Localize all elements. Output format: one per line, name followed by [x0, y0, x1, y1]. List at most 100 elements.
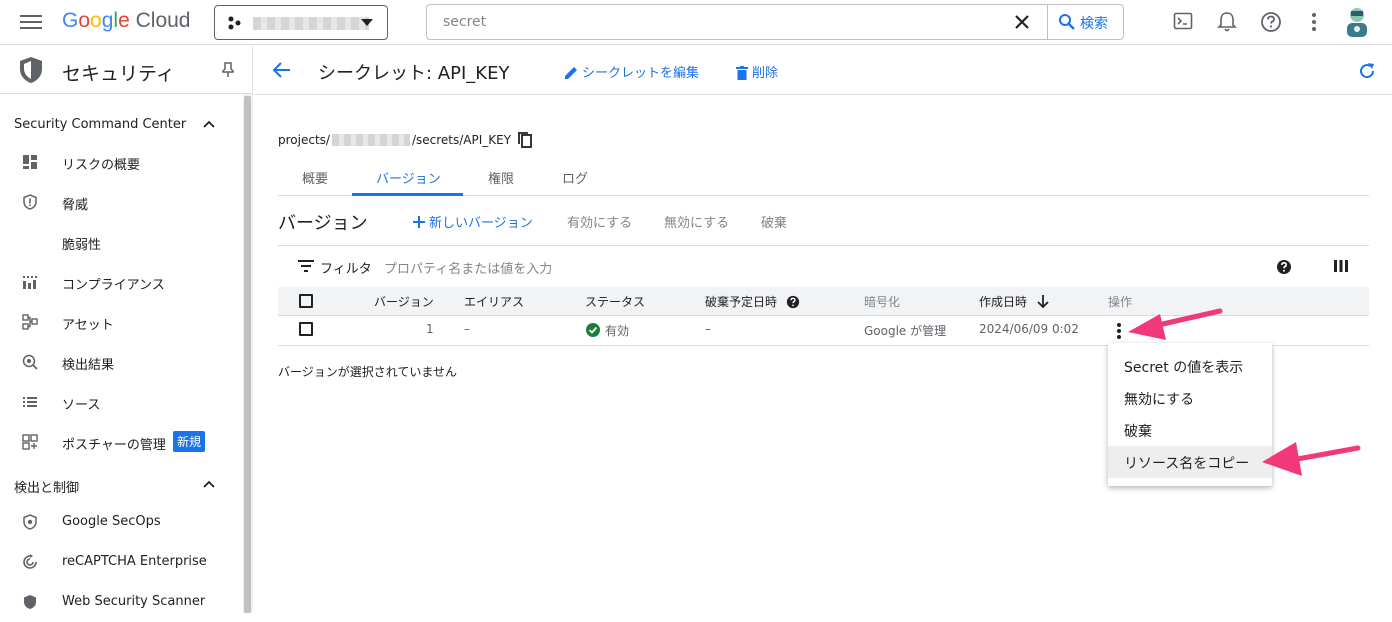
tab-bar: 概要 バージョン 権限 ログ — [278, 158, 1369, 196]
tab-logs[interactable]: ログ — [562, 168, 588, 187]
bell-icon[interactable] — [1217, 11, 1237, 33]
page-header: シークレット: API_KEY シークレットを編集 削除 — [254, 46, 1392, 95]
shield-alert-icon — [23, 194, 37, 210]
help-icon[interactable] — [1276, 259, 1292, 275]
sidebar-item-assets[interactable]: アセット — [0, 302, 243, 342]
new-badge: 新規 — [173, 431, 206, 452]
cell-created: 2024/06/09 0:02 — [979, 322, 1079, 336]
terminal-icon[interactable] — [1173, 11, 1193, 31]
filter-input[interactable]: プロパティ名または値を入力 — [384, 258, 552, 277]
sidebar-item-threats[interactable]: 脅威 — [0, 182, 243, 222]
sidebar-item-sources[interactable]: ソース — [0, 382, 243, 422]
asset-icon — [22, 314, 38, 330]
column-display-icon[interactable] — [1334, 260, 1348, 272]
col-created[interactable]: 作成日時 — [979, 293, 1027, 310]
sidebar-item-posture[interactable]: ポスチャーの管理 新規 — [0, 422, 243, 462]
filter-icon — [298, 260, 314, 272]
more-vert-icon[interactable] — [1116, 322, 1122, 340]
project-name-redacted — [253, 17, 369, 30]
sidebar-item-findings[interactable]: 検出結果 — [0, 342, 243, 382]
col-status[interactable]: ステータス — [585, 293, 645, 310]
help-icon[interactable] — [1260, 11, 1282, 33]
cell-alias: – — [464, 322, 470, 336]
findings-icon — [22, 354, 38, 370]
sidebar-item-compliance[interactable]: コンプライアンス — [0, 262, 243, 302]
tab-versions[interactable]: バージョン — [376, 168, 441, 187]
col-destroy-date[interactable]: 破棄予定日時 — [705, 293, 777, 310]
recaptcha-icon — [23, 554, 37, 569]
search-button[interactable]: 検索 — [1047, 5, 1124, 39]
col-encryption[interactable]: 暗号化 — [864, 293, 900, 310]
menu-item-disable[interactable]: 無効にする — [1108, 382, 1272, 414]
page-title: シークレット: API_KEY — [318, 63, 510, 84]
search-input[interactable]: secret — [443, 14, 486, 30]
filter-bar[interactable]: フィルタ プロパティ名または値を入力 — [278, 247, 1369, 287]
search-bar[interactable]: secret 検索 — [426, 4, 1124, 40]
chevron-up-icon[interactable] — [203, 480, 215, 488]
section-detect-control[interactable]: 検出と制御 — [14, 477, 79, 496]
pin-icon[interactable] — [222, 62, 234, 78]
check-circle-icon — [586, 323, 600, 337]
help-icon[interactable] — [786, 295, 800, 309]
copy-icon[interactable] — [518, 132, 532, 148]
sidebar-header: セキュリティ — [0, 46, 253, 94]
section-scc[interactable]: Security Command Center — [14, 117, 186, 132]
enable-button[interactable]: 有効にする — [567, 212, 632, 231]
project-selector[interactable] — [214, 5, 388, 40]
avatar[interactable] — [1342, 5, 1372, 39]
menu-icon[interactable] — [20, 12, 42, 32]
chevron-up-icon[interactable] — [203, 120, 215, 128]
row-actions-menu: Secret の値を表示 無効にする 破棄 リソース名をコピー — [1108, 343, 1272, 486]
more-vert-icon[interactable] — [1310, 11, 1318, 33]
row-checkbox[interactable] — [299, 322, 313, 336]
destroy-button[interactable]: 破棄 — [761, 212, 787, 231]
sidebar-item-risk-overview[interactable]: リスクの概要 — [0, 142, 243, 182]
annotation-arrow-actions — [1128, 308, 1223, 340]
delete-button[interactable]: 削除 — [736, 62, 778, 81]
secops-icon — [23, 514, 37, 530]
tab-permissions[interactable]: 権限 — [488, 168, 514, 187]
dashboard-icon — [23, 155, 37, 169]
col-version[interactable]: バージョン — [374, 293, 434, 310]
sidebar-title: セキュリティ — [62, 63, 175, 85]
new-version-button[interactable]: 新しいバージョン — [413, 212, 533, 231]
versions-title: バージョン — [278, 213, 368, 234]
sidebar-item-web-scanner[interactable]: Web Security Scanner — [0, 582, 243, 622]
annotation-arrow-copy — [1262, 442, 1361, 476]
tab-overview[interactable]: 概要 — [302, 168, 328, 187]
no-selection-text: バージョンが選択されていません — [278, 365, 458, 379]
scanner-icon — [24, 595, 36, 609]
add-icon — [413, 216, 425, 228]
pencil-icon — [565, 67, 577, 79]
chevron-down-icon — [361, 19, 373, 26]
trash-icon — [736, 66, 748, 80]
close-icon[interactable] — [1013, 13, 1031, 31]
search-icon — [1059, 14, 1075, 30]
sidebar-scrollbar[interactable] — [243, 94, 253, 613]
cell-destroy-date: – — [705, 322, 711, 336]
edit-secret-button[interactable]: シークレットを編集 — [564, 62, 699, 81]
versions-toolbar: バージョン 新しいバージョン 有効にする 無効にする 破棄 — [278, 206, 1369, 246]
menu-item-destroy[interactable]: 破棄 — [1108, 414, 1272, 446]
disable-button[interactable]: 無効にする — [664, 212, 729, 231]
back-arrow-icon[interactable] — [272, 60, 292, 80]
sidebar: セキュリティ Security Command Center リスクの概要 脅威… — [0, 46, 253, 613]
project-id-redacted — [331, 134, 410, 146]
cell-status: 有効 — [605, 324, 630, 338]
sidebar-item-secops[interactable]: Google SecOps — [0, 502, 243, 542]
cell-version: 1 — [426, 322, 434, 336]
active-tab-indicator — [352, 193, 463, 196]
sidebar-item-recaptcha[interactable]: reCAPTCHA Enterprise — [0, 542, 243, 582]
select-all-checkbox[interactable] — [299, 294, 313, 308]
col-alias[interactable]: エイリアス — [464, 293, 524, 310]
menu-item-copy-resource-name[interactable]: リソース名をコピー — [1108, 446, 1272, 478]
posture-icon — [22, 434, 38, 450]
filter-label: フィルタ — [320, 262, 372, 277]
arrow-down-icon[interactable] — [1037, 295, 1049, 309]
google-cloud-logo[interactable]: Google Cloud — [62, 9, 190, 33]
top-bar: Google Cloud secret 検索 — [0, 0, 1392, 45]
shield-icon — [20, 57, 42, 83]
sidebar-item-vulnerabilities[interactable]: 脆弱性 — [0, 222, 243, 262]
menu-item-view-value[interactable]: Secret の値を表示 — [1108, 350, 1272, 382]
refresh-icon[interactable] — [1358, 62, 1376, 80]
